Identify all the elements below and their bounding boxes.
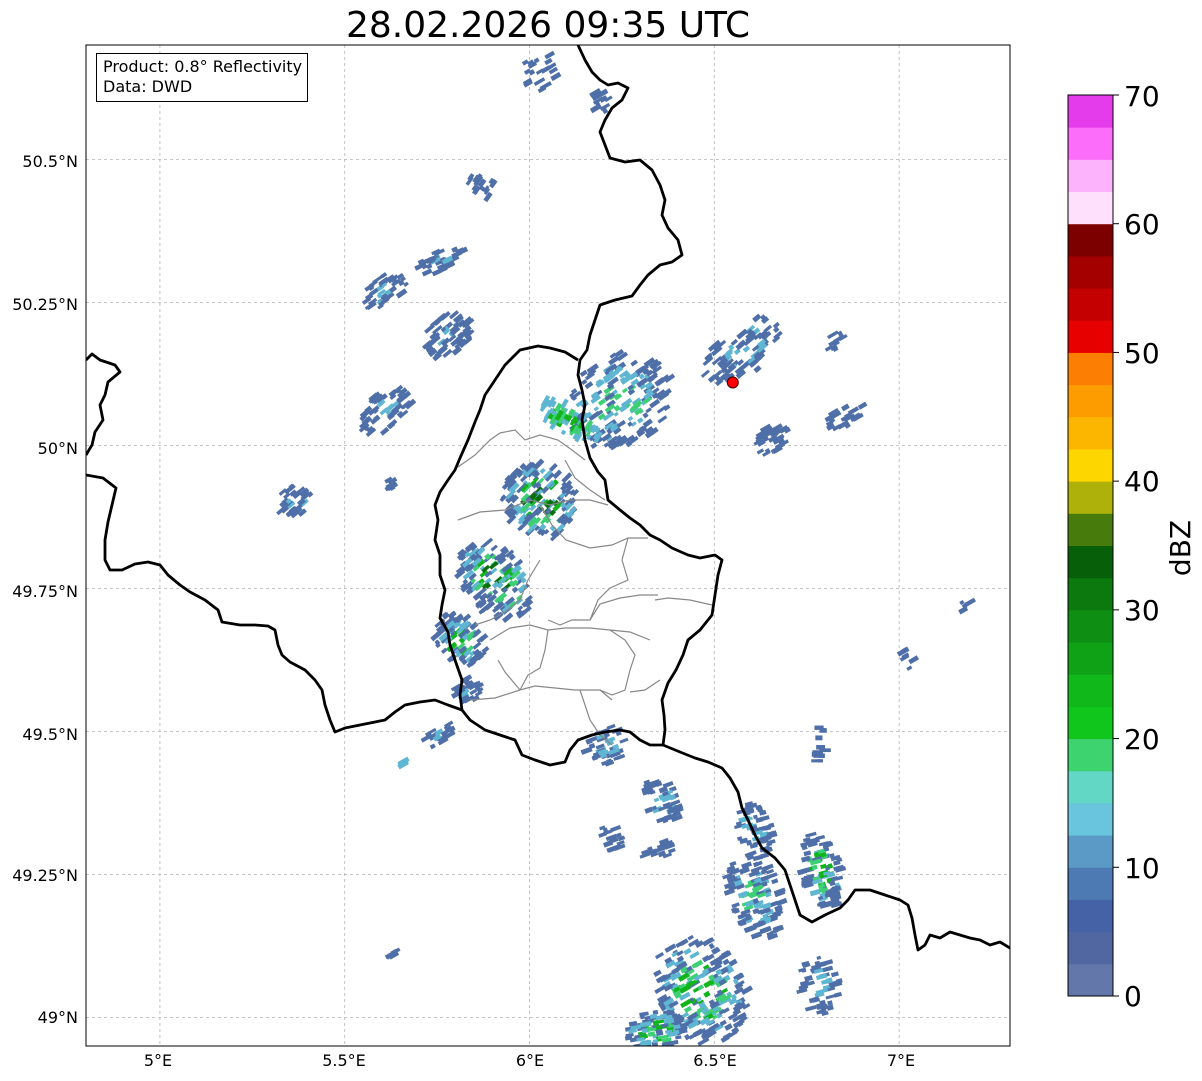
colorbar-segment <box>1068 384 1113 418</box>
colorbar-segment <box>1068 642 1113 675</box>
colorbar-segment <box>1068 191 1113 225</box>
lat-tick-label: 49.75°N <box>12 582 78 601</box>
latitude-axis: 50.5°N 50.25°N 50°N 49.75°N 49.5°N 49.25… <box>12 152 78 1027</box>
echo-pixel <box>816 759 823 763</box>
colorbar-segment <box>1068 481 1113 514</box>
colorbar-tick-label: 30 <box>1124 594 1160 627</box>
colorbar-segment <box>1068 545 1113 579</box>
colorbar-tick-label: 0 <box>1124 980 1142 1013</box>
colorbar: 0 10 20 30 40 50 60 70 dBZ <box>1067 80 1197 1013</box>
lon-tick-label: 7°E <box>887 1051 915 1070</box>
colorbar-segment <box>1068 577 1113 611</box>
lat-tick-label: 49°N <box>38 1008 78 1027</box>
echo-pixel <box>673 1039 679 1045</box>
colorbar-segment <box>1068 609 1113 643</box>
lon-tick-label: 5.5°E <box>322 1051 366 1070</box>
colorbar-label: dBZ <box>1164 520 1197 576</box>
lat-tick-label: 49.5°N <box>22 725 78 744</box>
lat-tick-label: 50.25°N <box>12 295 78 314</box>
lat-tick-label: 49.25°N <box>12 866 78 885</box>
radar-map-figure: 5°E 5.5°E 6°E 6.5°E 7°E 50.5°N 50.25°N 5… <box>12 44 1197 1070</box>
plot-background <box>86 45 1010 1046</box>
colorbar-tick-label: 70 <box>1124 80 1160 113</box>
echo-pixel <box>819 748 831 753</box>
product-text: Product: 0.8° Reflectivity <box>103 57 303 76</box>
lat-tick-label: 50.5°N <box>22 152 78 171</box>
colorbar-tick-label: 20 <box>1124 723 1160 756</box>
colorbar-segment <box>1068 448 1113 482</box>
colorbar-tick-label: 40 <box>1124 465 1160 498</box>
colorbar-segment <box>1068 738 1113 772</box>
colorbar-segment <box>1068 931 1113 965</box>
colorbar-tick-label: 10 <box>1124 852 1160 885</box>
colorbar-tick-label: 50 <box>1124 337 1160 370</box>
colorbar-segment <box>1068 770 1113 804</box>
colorbar-segment <box>1068 835 1113 868</box>
colorbar-segment <box>1068 513 1113 546</box>
lon-tick-label: 5°E <box>144 1051 172 1070</box>
colorbar-segment <box>1068 867 1113 900</box>
echo-pixel <box>639 1047 647 1051</box>
echo-pixel <box>814 725 824 730</box>
colorbar-segment <box>1068 255 1113 289</box>
echo-pixel <box>656 1045 666 1046</box>
colorbar-segment <box>1068 159 1113 193</box>
echo-pixel <box>819 753 825 758</box>
lon-tick-label: 6.5°E <box>693 1051 737 1070</box>
colorbar-segment <box>1068 320 1113 353</box>
data-source-text: Data: DWD <box>103 77 193 96</box>
colorbar-segment <box>1068 706 1113 740</box>
lat-tick-label: 50°N <box>38 439 78 458</box>
colorbar-segment <box>1068 223 1113 257</box>
colorbar-segment <box>1068 416 1113 450</box>
product-info-box: Product: 0.8° Reflectivity Data: DWD <box>96 53 309 102</box>
longitude-axis: 5°E 5.5°E 6°E 6.5°E 7°E <box>144 1051 915 1070</box>
radar-site-marker[interactable] <box>726 376 739 389</box>
colorbar-segment <box>1068 288 1113 321</box>
colorbar-segment <box>1068 802 1113 836</box>
colorbar-segment <box>1068 352 1113 386</box>
echo-pixel <box>644 1048 649 1052</box>
lon-tick-label: 6°E <box>516 1051 544 1070</box>
colorbar-segment <box>1068 674 1113 707</box>
colorbar-tick-label: 60 <box>1124 208 1160 241</box>
echo-pixel <box>815 735 823 741</box>
colorbar-segment <box>1068 963 1113 997</box>
colorbar-segments <box>1068 95 1113 997</box>
colorbar-segment <box>1068 899 1113 933</box>
colorbar-ticks <box>1113 94 1119 997</box>
colorbar-segment <box>1068 127 1113 160</box>
colorbar-segment <box>1068 95 1113 128</box>
